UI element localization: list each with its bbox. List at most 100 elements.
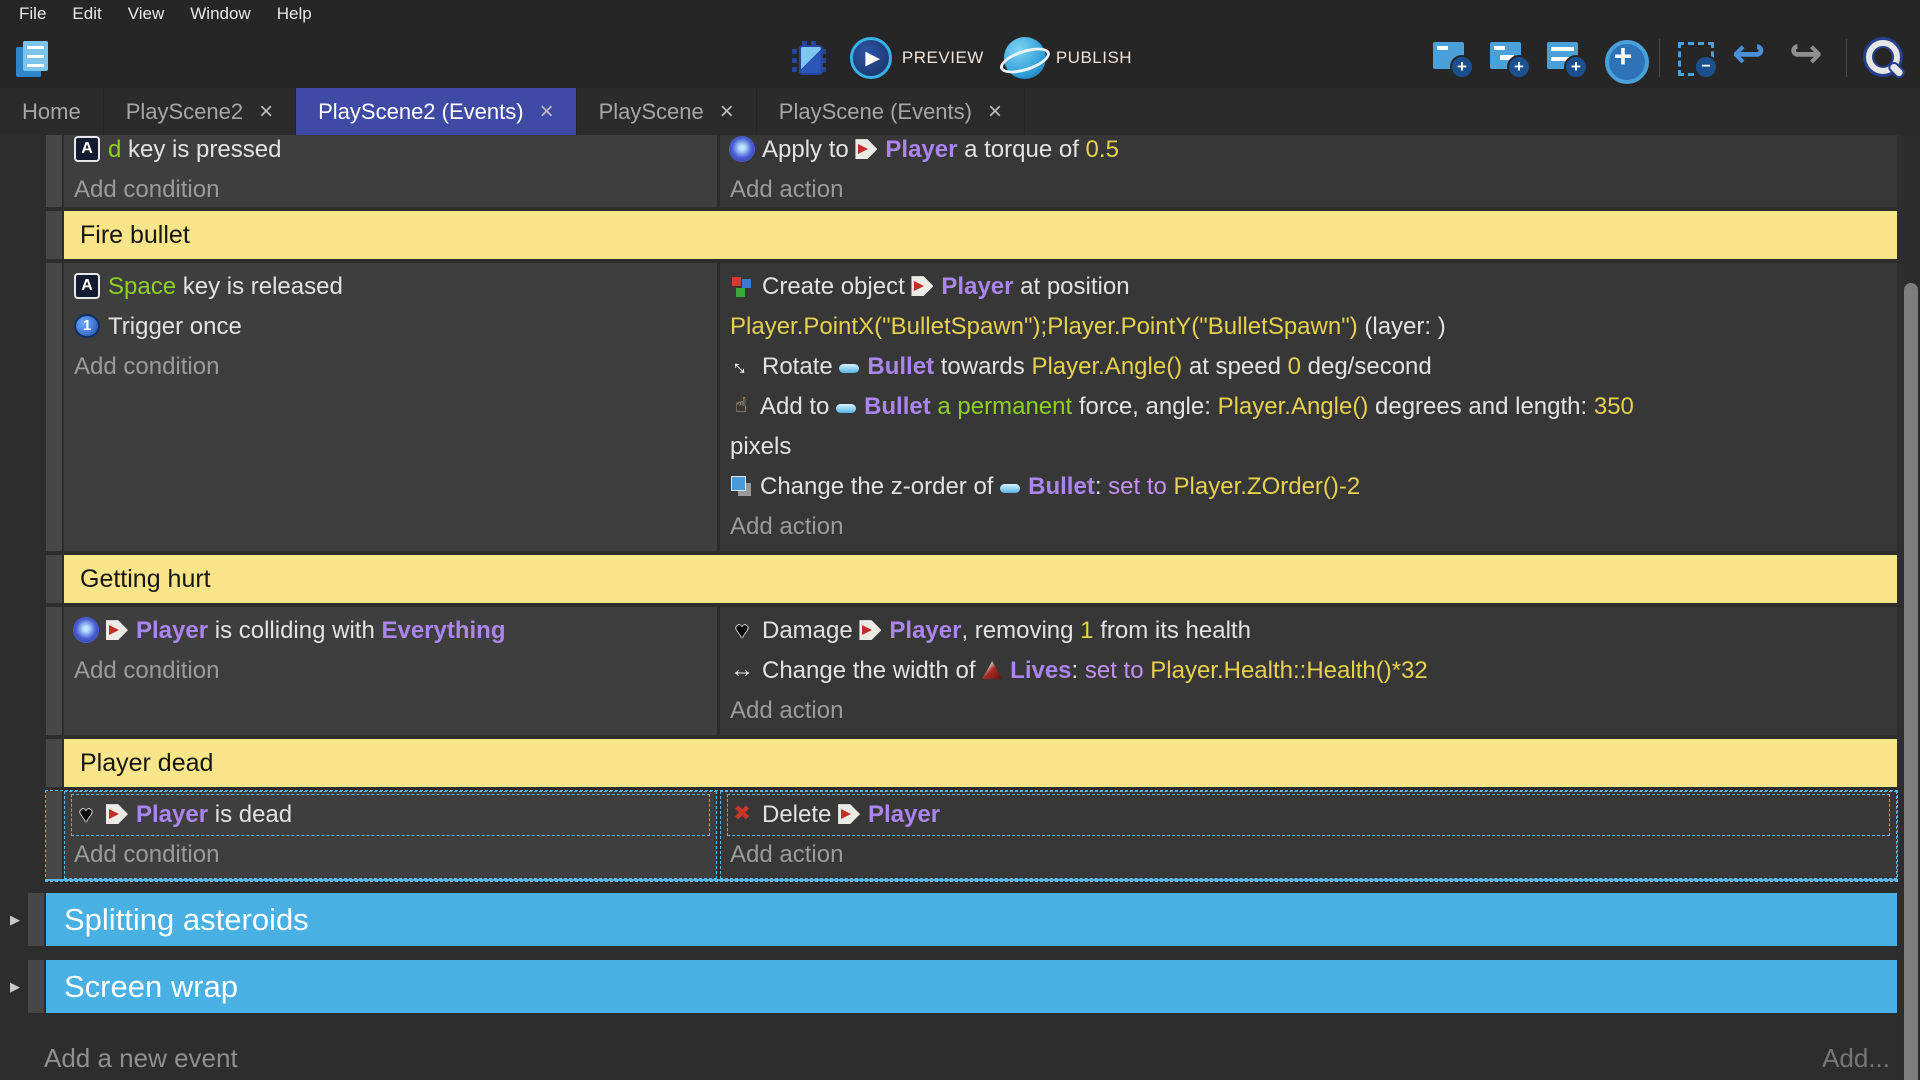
condition-instruction[interactable]: Trigger once [72,307,709,347]
add-condition[interactable]: Add condition [72,170,709,207]
tab-bar: HomePlayScene2×PlayScene2 (Events)×PlayS… [0,88,1920,135]
toolbar: PREVIEW PUBLISH [0,28,1920,88]
add-condition[interactable]: Add condition [72,835,709,875]
delete-icon [730,802,754,826]
menu-view[interactable]: View [115,0,178,28]
preview-button[interactable]: PREVIEW [850,37,984,79]
event-handle[interactable] [46,211,62,259]
search-icon[interactable] [1862,37,1904,79]
comment-row: Player dead [46,739,1897,787]
event-handle[interactable] [28,893,44,946]
tab-playscene[interactable]: PlayScene × [577,88,757,135]
comment-text[interactable]: Fire bullet [64,211,1897,259]
action-instruction[interactable]: Change the width of Lives: set to Player… [728,651,1889,691]
tab-label: PlayScene (Events) [779,99,972,125]
add-action[interactable]: Add action [728,835,1889,875]
actions-cell: Create object Player at position Player.… [720,263,1897,551]
tab-playscene-events[interactable]: PlayScene (Events) × [757,88,1025,135]
create-icon [730,274,754,298]
debug-icon[interactable] [788,37,830,79]
add-action[interactable]: Add action [728,170,1889,207]
events-footer: Add a new event Add... [0,1027,1920,1074]
physics-icon [730,137,754,161]
preview-label: PREVIEW [902,48,984,68]
player-icon [855,139,877,159]
group-title[interactable]: Screen wrap [46,960,1897,1013]
lives-icon [982,661,1002,679]
menu-file[interactable]: File [6,0,59,28]
event-handle[interactable] [46,263,62,551]
tab-label: PlayScene2 [126,99,243,125]
menu-window[interactable]: Window [177,0,263,28]
event-row: Player is deadAdd condition Delete Player… [46,791,1897,881]
publish-globe-icon [1004,37,1046,79]
close-icon[interactable]: × [259,102,273,122]
play-icon [850,37,892,79]
add-condition[interactable]: Add condition [72,347,709,387]
condition-instruction[interactable]: Player is colliding with Everything [72,611,709,651]
condition-instruction[interactable]: Player is dead [72,795,709,835]
undo-icon[interactable] [1732,37,1774,79]
redo-icon[interactable] [1789,37,1831,79]
comment-text[interactable]: Player dead [64,739,1897,787]
event-handle[interactable] [46,739,62,787]
comment-row: Fire bullet [46,211,1897,259]
event-row: d key is pressedAdd condition Apply to Pl… [46,135,1897,207]
close-icon[interactable]: × [720,102,734,122]
event-handle[interactable] [46,555,62,603]
vertical-scrollbar[interactable] [1902,135,1920,1080]
action-instruction[interactable]: Rotate Bullet towards Player.Angle() at … [728,347,1889,387]
action-instruction[interactable]: Apply to Player a torque of 0.5 [728,135,1889,170]
tab-playscene2[interactable]: PlayScene2 × [104,88,296,135]
conditions-cell: Player is colliding with EverythingAdd c… [64,607,717,735]
event-handle[interactable] [46,791,62,879]
add-action[interactable]: Add action [728,507,1889,547]
event-handle[interactable] [46,135,62,207]
close-icon[interactable]: × [988,102,1002,122]
comment-text[interactable]: Getting hurt [64,555,1897,603]
toolbar-right [1431,37,1908,79]
delete-selection-icon[interactable] [1675,37,1717,79]
action-instruction[interactable]: Add to Bullet a permanent force, angle: … [728,387,1889,467]
tab-label: PlayScene2 (Events) [318,99,523,125]
action-instruction[interactable]: Change the z-order of Bullet: set to Pla… [728,467,1889,507]
toolbar-separator [1846,39,1847,77]
add-event-icon[interactable] [1431,37,1473,79]
event-handle[interactable] [46,607,62,735]
add-new-event[interactable]: Add a new event [44,1043,238,1074]
publish-button[interactable]: PUBLISH [1004,37,1132,79]
condition-instruction[interactable]: Space key is released [72,267,709,307]
group-row: ▶Screen wrap [28,960,1897,1013]
add-action[interactable]: Add action [728,691,1889,731]
add-new-icon[interactable] [1602,37,1644,79]
action-instruction[interactable]: Create object Player at position Player.… [728,267,1889,347]
physics-icon [74,618,98,642]
toolbar-separator [1659,39,1660,77]
tab-home[interactable]: Home [0,88,104,135]
width-icon [730,658,754,682]
tab-playscene2-events[interactable]: PlayScene2 (Events) × [296,88,576,135]
add-button[interactable]: Add... [1822,1043,1890,1074]
conditions-cell: d key is pressedAdd condition [64,135,717,207]
tab-label: PlayScene [599,99,704,125]
add-comment-icon[interactable] [1545,37,1587,79]
menu-help[interactable]: Help [264,0,325,28]
player-icon [838,804,860,824]
close-icon[interactable]: × [540,102,554,122]
event-handle[interactable] [28,960,44,1013]
add-condition[interactable]: Add condition [72,651,709,691]
action-instruction[interactable]: Delete Player [728,795,1889,835]
event-row: Space key is releasedTrigger onceAdd con… [46,263,1897,551]
condition-instruction[interactable]: d key is pressed [72,135,709,170]
group-row: ▶Splitting asteroids [28,893,1897,946]
menu-edit[interactable]: Edit [59,0,114,28]
comment-row: Getting hurt [46,555,1897,603]
events-editor: d key is pressedAdd conditionApply to Pl… [0,135,1920,1080]
group-title[interactable]: Splitting asteroids [46,893,1897,946]
project-manager-icon[interactable] [12,37,54,79]
fold-arrow-icon[interactable]: ▶ [10,979,20,995]
fold-arrow-icon[interactable]: ▶ [10,912,20,928]
add-subevent-icon[interactable] [1488,37,1530,79]
scrollbar-thumb[interactable] [1904,283,1918,1080]
action-instruction[interactable]: Damage Player, removing 1 from its healt… [728,611,1889,651]
